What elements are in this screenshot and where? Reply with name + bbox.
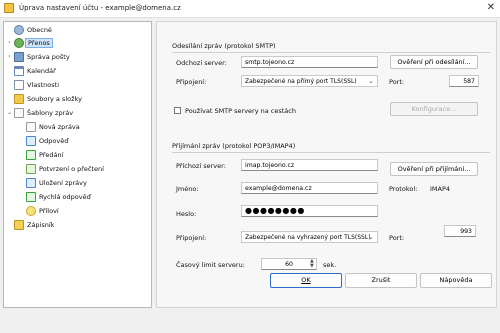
settings-panel: Odesílání zpráv (protokol SMTP) Odchozí … bbox=[156, 21, 497, 308]
read-receipt-icon bbox=[26, 164, 36, 174]
verify-sending-button[interactable]: Ověření při odesílání... bbox=[390, 55, 478, 69]
pop-group-title: Přijímání zpráv (protokol POP3/IMAP4) bbox=[172, 142, 296, 150]
close-icon[interactable]: ✕ bbox=[487, 2, 495, 13]
protocol-value: IMAP4 bbox=[430, 185, 451, 193]
document-icon bbox=[14, 80, 24, 90]
use-smtp-travel-label: Používat SMTP servery na cestách bbox=[185, 107, 296, 115]
incoming-server-label: Příchozí server: bbox=[176, 162, 226, 170]
expander-icon[interactable]: ⌄ bbox=[6, 109, 13, 116]
configure-button[interactable]: Konfigurace... bbox=[390, 102, 478, 116]
help-button[interactable]: Nápověda bbox=[420, 273, 492, 288]
smtp-port-label: Port: bbox=[389, 78, 405, 86]
expander-icon[interactable]: › bbox=[6, 53, 13, 60]
title-bar: Úprava nastavení účtu - example@domena.c… bbox=[0, 0, 500, 18]
outgoing-server-label: Odchozí server: bbox=[176, 59, 227, 67]
chevron-down-icon: ⌄ bbox=[368, 233, 374, 241]
timeout-input[interactable]: 60 bbox=[261, 258, 317, 270]
name-input[interactable]: example@domena.cz bbox=[241, 182, 378, 194]
quick-reply-icon bbox=[26, 192, 36, 202]
save-message-icon bbox=[26, 178, 36, 188]
name-label: Jméno: bbox=[176, 185, 199, 193]
password-input[interactable]: ●●●●●●●● bbox=[241, 205, 378, 217]
use-smtp-travel-checkbox[interactable] bbox=[174, 107, 181, 114]
password-label: Heslo: bbox=[176, 210, 197, 218]
protocol-label: Protokol: bbox=[389, 185, 418, 193]
template-icon bbox=[14, 108, 24, 118]
reply-icon bbox=[26, 136, 36, 146]
window-title: Úprava nastavení účtu - example@domena.c… bbox=[19, 4, 181, 12]
smtp-connection-select[interactable]: Zabezpečené na přímý port TLS(SSL) ⌄ bbox=[241, 75, 378, 87]
app-icon bbox=[4, 3, 14, 13]
gear-icon bbox=[14, 25, 24, 35]
divider bbox=[172, 52, 490, 53]
ok-button[interactable]: OK bbox=[270, 273, 342, 288]
forward-icon bbox=[26, 150, 36, 160]
settings-tree: Obecné › Přenos › Správa pošty Kalendář … bbox=[3, 21, 152, 308]
incoming-server-input[interactable]: imap.tojeono.cz bbox=[241, 159, 378, 171]
verify-receiving-button[interactable]: Ověření při přijímání... bbox=[390, 162, 478, 176]
outgoing-server-input[interactable]: smtp.tojeono.cz bbox=[241, 56, 378, 68]
folder-icon bbox=[14, 94, 24, 104]
smtp-port-input[interactable]: 587 bbox=[449, 75, 479, 87]
people-icon bbox=[14, 52, 24, 62]
pop-connection-select[interactable]: Zabezpečené na vyhrazený port TLS(SSL) ⌄ bbox=[241, 231, 378, 243]
chevron-down-icon: ⌄ bbox=[368, 77, 374, 85]
timeout-label: Časový limit serveru: bbox=[176, 261, 245, 269]
new-message-icon bbox=[26, 122, 36, 132]
smtp-connection-label: Připojení: bbox=[176, 78, 207, 86]
pop-connection-label: Připojení: bbox=[176, 234, 207, 242]
cancel-button[interactable]: Zrušit bbox=[345, 273, 417, 288]
pop-port-input[interactable]: 993 bbox=[444, 225, 476, 237]
attachment-icon bbox=[26, 206, 36, 216]
smtp-group-title: Odesílání zpráv (protokol SMTP) bbox=[172, 42, 276, 50]
calendar-icon bbox=[14, 66, 24, 76]
notebook-icon bbox=[14, 220, 24, 230]
divider bbox=[172, 152, 490, 153]
network-icon bbox=[14, 38, 24, 48]
pop-port-label: Port: bbox=[389, 234, 405, 242]
spinner-arrows-icon[interactable]: ▲ ▼ bbox=[310, 259, 314, 269]
timeout-unit: sek. bbox=[323, 261, 337, 269]
expander-icon[interactable]: › bbox=[6, 39, 13, 46]
